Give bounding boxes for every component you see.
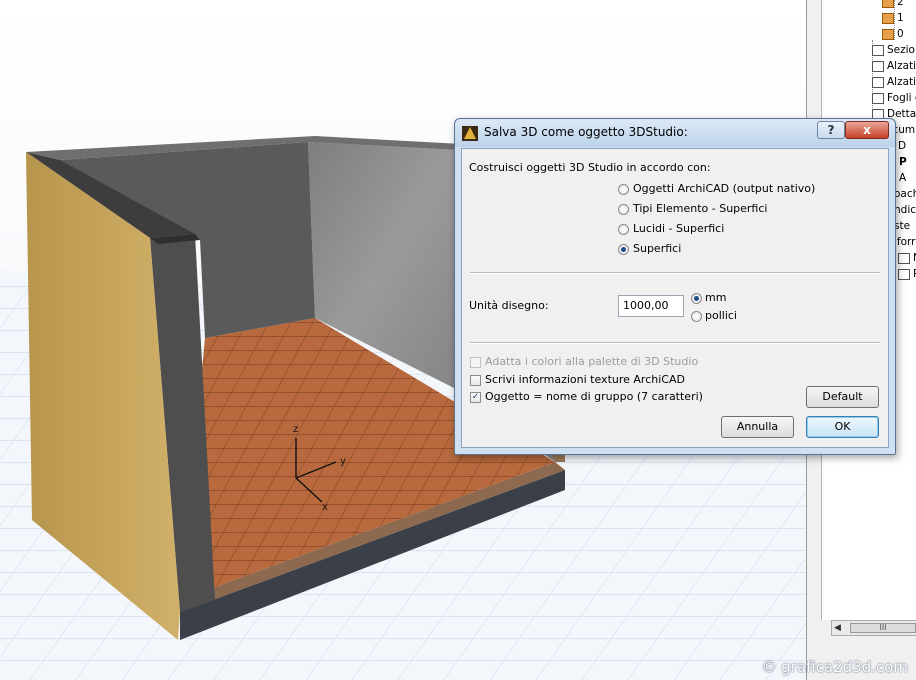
dialog-titlebar[interactable]: Salva 3D come oggetto 3DStudio: ? x: [455, 119, 895, 147]
radio-surfaces[interactable]: [618, 244, 629, 255]
tree-item-label: ste: [894, 220, 911, 232]
radio-layers-label[interactable]: Lucidi - Superfici: [633, 222, 724, 235]
archicad-app-icon: [462, 126, 478, 141]
story-icon: [882, 28, 894, 40]
axis-z-label: z: [293, 424, 298, 435]
radio-unit-inches[interactable]: [691, 311, 702, 322]
checkbox-adapt-colors-label: Adatta i colori alla palette di 3D Studi…: [485, 355, 699, 368]
tree-item-label: ndici: [894, 204, 916, 216]
checkbox-object-group-name-label[interactable]: Oggetto = nome di gruppo (7 caratteri): [485, 390, 703, 403]
dialog-title: Salva 3D come oggetto 3DStudio:: [484, 125, 688, 139]
story-icon: [882, 0, 894, 8]
radio-element-types[interactable]: [618, 204, 629, 215]
radio-layers[interactable]: [618, 224, 629, 235]
checkbox-write-texture-info-label[interactable]: Scrivi informazioni texture ArchiCAD: [485, 373, 685, 386]
tree-item-label: oach: [894, 188, 916, 200]
tree-item-report[interactable]: R: [898, 266, 916, 282]
tree-item-label: D: [898, 140, 907, 152]
tree-item-story-2[interactable]: 2: [882, 0, 904, 10]
worksheet-icon: [872, 92, 884, 104]
tree-item-label: 0: [897, 28, 904, 40]
drawing-units-label: Unità disegno:: [469, 299, 549, 312]
radio-archicad-objects-label[interactable]: Oggetti ArchiCAD (output nativo): [633, 182, 815, 195]
dialog-body: Costruisci oggetti 3D Studio in accordo …: [461, 148, 889, 448]
scroll-left-icon[interactable]: ◀: [834, 623, 841, 633]
cancel-button[interactable]: Annulla: [721, 416, 794, 438]
radio-unit-mm-label[interactable]: mm: [705, 291, 726, 304]
section-icon: [872, 44, 884, 56]
axis-x-label: x: [322, 502, 328, 513]
checkbox-adapt-colors: [470, 357, 481, 368]
radio-archicad-objects[interactable]: [618, 184, 629, 195]
elevation-icon: [872, 60, 884, 72]
tree-item-label: 2: [897, 0, 904, 8]
interior-elevation-icon: [872, 76, 884, 88]
separator-2: [470, 342, 880, 344]
tree-item-info[interactable]: iforr: [894, 234, 916, 250]
default-button[interactable]: Default: [806, 386, 879, 408]
tree-item-3d[interactable]: D: [898, 138, 906, 154]
save-3dstudio-dialog: Salva 3D come oggetto 3DStudio: ? x Cost…: [454, 118, 896, 455]
tree-item-label: Alzati: [887, 76, 916, 88]
tree-item-elevations[interactable]: Alzati: [872, 58, 916, 74]
checkbox-object-group-name[interactable]: ✓: [470, 392, 481, 403]
radio-unit-mm[interactable]: [691, 293, 702, 304]
story-icon: [882, 12, 894, 24]
tree-item-lists[interactable]: ste: [894, 218, 910, 234]
watermark: © grafica2d3d.com: [761, 658, 908, 676]
tree-item-story-0[interactable]: 0: [882, 26, 904, 42]
tree-item-label: iforr: [894, 236, 916, 248]
tree-item-sections[interactable]: Sezio: [872, 42, 915, 58]
radio-surfaces-label[interactable]: Superfici: [633, 242, 681, 255]
tree-item-story-1[interactable]: 1: [882, 10, 904, 26]
tree-item-interior-elevations[interactable]: Alzati: [872, 74, 916, 90]
tree-item-notes[interactable]: N: [898, 250, 916, 266]
tree-item-label: P: [899, 156, 907, 168]
tree-item-label: Fogli c: [887, 92, 916, 104]
separator-1: [470, 272, 880, 274]
radio-element-types-label[interactable]: Tipi Elemento - Superfici: [633, 202, 767, 215]
build-objects-label: Costruisci oggetti 3D Studio in accordo …: [469, 161, 711, 174]
checkbox-write-texture-info[interactable]: [470, 375, 481, 386]
navigator-horizontal-scrollbar[interactable]: ◀ III: [831, 620, 916, 636]
note-icon: [898, 252, 910, 264]
tree-item-indexes[interactable]: ndici: [894, 202, 916, 218]
report-icon: [898, 268, 910, 280]
axis-y-label: y: [340, 456, 346, 467]
tree-item-label: A: [899, 172, 907, 184]
drawing-units-input[interactable]: 1000,00: [618, 295, 684, 317]
tree-item-label: Sezio: [887, 44, 915, 56]
ok-button[interactable]: OK: [806, 416, 879, 438]
tree-item-label: Alzati: [887, 60, 916, 72]
radio-unit-inches-label[interactable]: pollici: [705, 309, 737, 322]
tree-item-worksheets[interactable]: Fogli c: [872, 90, 916, 106]
tree-item-schedules[interactable]: oach: [894, 186, 916, 202]
tree-item-label: 1: [897, 12, 904, 24]
help-button[interactable]: ?: [817, 121, 845, 139]
close-button[interactable]: x: [845, 121, 889, 139]
scroll-thumb[interactable]: III: [850, 623, 916, 633]
